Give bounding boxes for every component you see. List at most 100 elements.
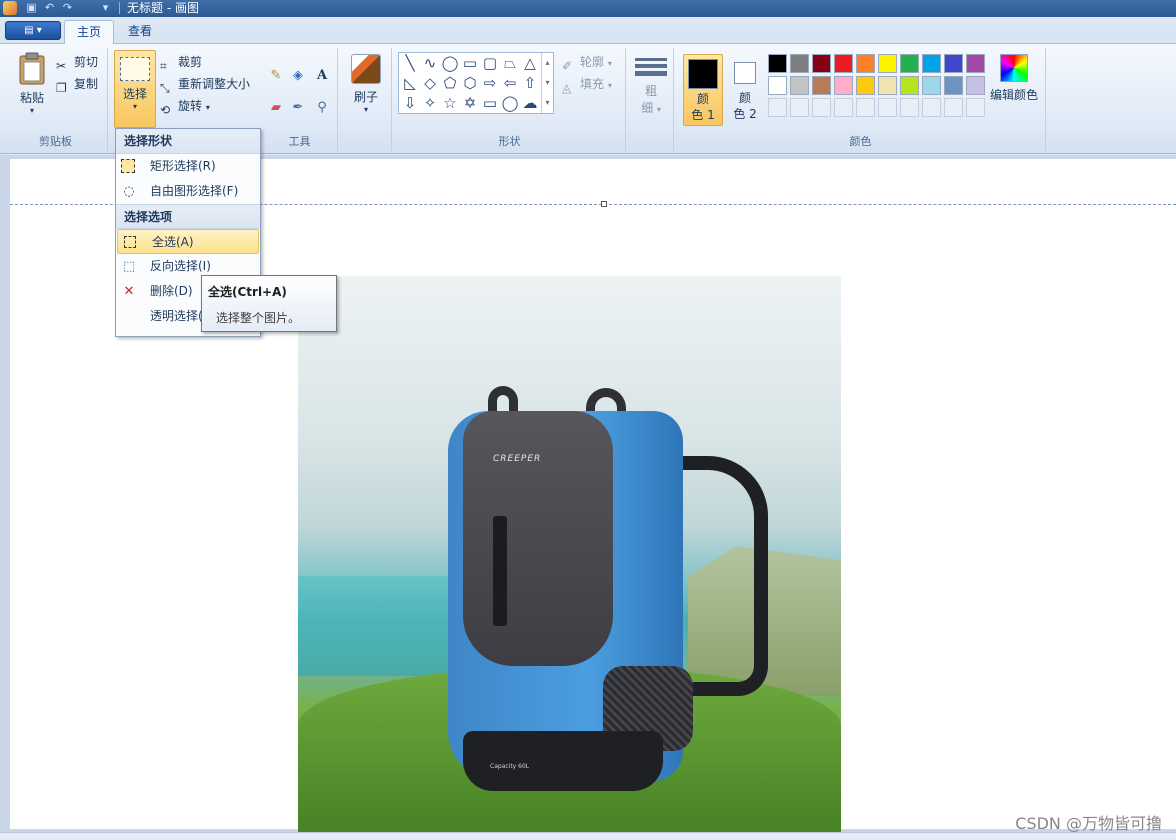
palette-color-swatch[interactable] [834,54,853,73]
resize-icon: ⤡ [160,80,170,95]
menu-item-rectangular-selection[interactable]: 矩形选择(R) [116,154,260,179]
palette-custom-empty-slot[interactable] [900,98,919,117]
palette-custom-empty-slot[interactable] [944,98,963,117]
fill-bucket-icon[interactable]: ◈ [288,66,308,86]
palette-color-swatch[interactable] [922,76,941,95]
copy-button[interactable]: ❐ 复制 [56,74,98,95]
brush-button[interactable]: 刷子 ▾ [346,52,386,122]
size-button[interactable]: 粗 细 ▾ [632,52,670,122]
palette-custom-empty-slot[interactable] [834,98,853,117]
palette-color-swatch[interactable] [922,54,941,73]
down-arrow-shape-icon[interactable]: ⇩ [401,94,419,112]
tab-view[interactable]: 查看 [116,20,164,44]
palette-color-swatch[interactable] [768,54,787,73]
crop-button[interactable]: ⌗ 裁剪 [160,52,202,73]
curve-shape-icon[interactable]: ∿ [421,54,439,72]
palette-custom-empty-slot[interactable] [922,98,941,117]
right-triangle-shape-icon[interactable]: ◺ [401,74,419,92]
palette-color-swatch[interactable] [966,54,985,73]
palette-color-swatch[interactable] [900,76,919,95]
pasted-image[interactable]: CREEPER Capacity 60L [298,276,841,832]
palette-color-swatch[interactable] [966,76,985,95]
palette-custom-empty-slot[interactable] [812,98,831,117]
palette-color-swatch[interactable] [900,54,919,73]
customize-quick-access-icon[interactable]: ▾ [98,1,113,15]
oval-shape-icon[interactable]: ◯ [441,54,459,72]
horizontal-scrollbar[interactable] [0,832,1176,840]
palette-color-swatch[interactable] [834,76,853,95]
fill-label: 填充 [580,77,605,91]
paste-button[interactable]: 粘贴 ▾ [12,52,52,122]
select-button[interactable]: 选择 ▾ [114,50,156,128]
palette-color-swatch[interactable] [878,54,897,73]
tooltip-title: 全选(Ctrl+A) [208,285,287,299]
select-all-tooltip: 全选(Ctrl+A) 选择整个图片。 [201,275,337,332]
title-bar: ▣ ↶ ↷ ▾ 无标题 - 画图 [0,0,1176,17]
palette-custom-empty-slot[interactable] [878,98,897,117]
cut-button[interactable]: ✂ 剪切 [56,52,98,73]
six-point-star-shape-icon[interactable]: ✡ [461,94,479,112]
palette-color-swatch[interactable] [944,76,963,95]
cloud-callout-shape-icon[interactable]: ☁ [521,94,539,112]
invert-select-label: 反向选择(I) [150,259,211,273]
palette-color-swatch[interactable] [878,76,897,95]
color-picker-icon[interactable]: ✒ [288,98,308,118]
color1-button[interactable]: 颜 色 1 [683,54,723,126]
line-shape-icon[interactable]: ╲ [401,54,419,72]
four-point-star-shape-icon[interactable]: ✧ [421,94,439,112]
undo-quick-icon[interactable]: ↶ [42,1,57,15]
paint-menu-button[interactable]: ▤ ▾ [5,21,61,40]
menu-item-select-all[interactable]: 全选(A) [117,229,259,254]
rect-callout-shape-icon[interactable]: ▭ [481,94,499,112]
paste-dropdown-icon: ▾ [29,106,34,115]
paste-label: 粘贴 [19,91,44,105]
outline-icon: ✐ [562,58,573,73]
palette-color-swatch[interactable] [768,76,787,95]
diamond-shape-icon[interactable]: ◇ [421,74,439,92]
palette-color-swatch[interactable] [790,54,809,73]
hexagon-shape-icon[interactable]: ⬡ [461,74,479,92]
right-arrow-shape-icon[interactable]: ⇨ [481,74,499,92]
rounded-rectangle-shape-icon[interactable]: ▢ [481,54,499,72]
resize-button[interactable]: ⤡ 重新调整大小 [160,74,250,95]
outline-dropdown-icon: ▾ [607,59,612,68]
palette-color-swatch[interactable] [856,76,875,95]
palette-color-swatch[interactable] [790,76,809,95]
left-arrow-shape-icon[interactable]: ⇦ [501,74,519,92]
menu-header-selection-options: 选择选项 [116,204,260,229]
color2-button[interactable]: 颜 色 2 [725,54,765,126]
palette-color-swatch[interactable] [812,76,831,95]
palette-custom-empty-slot[interactable] [790,98,809,117]
paint-app-icon[interactable] [3,1,17,15]
pentagon-shape-icon[interactable]: ⬠ [441,74,459,92]
menu-item-free-form-selection[interactable]: ◌ 自由图形选择(F) [116,179,260,204]
polygon-shape-icon[interactable]: ⏢ [501,54,519,72]
palette-custom-empty-slot[interactable] [856,98,875,117]
canvas-resize-handle[interactable] [601,201,607,207]
save-quick-icon[interactable]: ▣ [24,1,39,15]
palette-custom-empty-slot[interactable] [768,98,787,117]
five-point-star-shape-icon[interactable]: ☆ [441,94,459,112]
edit-colors-button[interactable]: 编辑颜色 [988,52,1040,122]
shapes-scrollbar[interactable]: ▴ ▾ ▾ [541,53,553,113]
tab-home[interactable]: 主页 [64,20,115,44]
up-arrow-shape-icon[interactable]: ⇧ [521,74,539,92]
color2-label-line2: 色 2 [733,107,757,121]
palette-color-swatch[interactable] [856,54,875,73]
copy-icon: ❐ [56,80,67,95]
pencil-icon[interactable]: ✎ [266,66,286,86]
triangle-shape-icon[interactable]: △ [521,54,539,72]
oval-callout-shape-icon[interactable]: ◯ [501,94,519,112]
magnifier-icon[interactable]: ⚲ [312,98,332,118]
palette-custom-empty-slot[interactable] [966,98,985,117]
redo-quick-icon[interactable]: ↷ [60,1,75,15]
text-tool-icon[interactable]: A [312,66,332,86]
rotate-button[interactable]: ⟲ 旋转 ▾ [160,96,210,117]
eraser-icon[interactable]: ▰ [266,98,286,118]
fill-button[interactable]: ◬ 填充 ▾ [562,74,612,95]
palette-color-swatch[interactable] [944,54,963,73]
paint-window: ▣ ↶ ↷ ▾ 无标题 - 画图 ▤ ▾ 主页 查看 粘贴 ▾ ✂ 剪切 ❐ 复… [0,0,1176,840]
rectangle-shape-icon[interactable]: ▭ [461,54,479,72]
outline-button[interactable]: ✐ 轮廓 ▾ [562,52,612,73]
palette-color-swatch[interactable] [812,54,831,73]
